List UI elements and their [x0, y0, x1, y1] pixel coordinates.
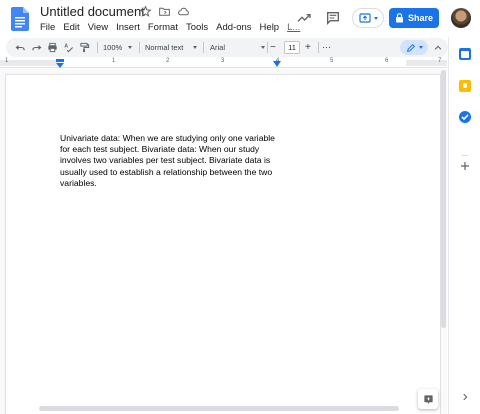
ruler-left-margin [0, 60, 60, 66]
print-icon[interactable] [47, 42, 58, 53]
style-value: Normal text [145, 43, 184, 52]
chevron-right-icon[interactable] [460, 392, 470, 402]
font-value: Arial [210, 43, 226, 52]
tab-stop-marker-icon[interactable] [273, 61, 281, 67]
chevron-down-icon [193, 46, 198, 49]
ruler-number: 7 [438, 58, 442, 64]
indent-marker-icon[interactable] [56, 59, 64, 68]
menu-format[interactable]: Format [148, 22, 178, 33]
menu-edit[interactable]: Edit [63, 22, 79, 33]
decrease-font-size-button[interactable]: − [270, 38, 276, 57]
keep-icon[interactable] [459, 80, 471, 92]
comments-icon[interactable] [325, 10, 341, 26]
chevron-down-icon [128, 46, 133, 49]
tasks-icon[interactable] [459, 111, 471, 123]
share-button[interactable]: Share [389, 8, 439, 28]
more-tools-button[interactable]: ⋯ [322, 38, 331, 57]
document-canvas: Univariate data: When we are studying on… [0, 69, 447, 414]
add-addon-icon[interactable] [459, 160, 471, 172]
menu-tools[interactable]: Tools [186, 22, 208, 33]
calendar-icon[interactable] [459, 48, 471, 60]
toolbar-divider [139, 42, 140, 53]
ruler-number: 1 [5, 58, 9, 64]
document-title[interactable]: Untitled document [40, 4, 145, 19]
avatar[interactable] [451, 8, 471, 28]
star-icon[interactable] [139, 5, 152, 18]
chevron-down-icon [261, 46, 266, 49]
toolbar-divider [318, 42, 319, 53]
explore-icon [423, 394, 433, 404]
side-divider [462, 155, 468, 156]
explore-button[interactable] [418, 389, 438, 409]
menu-addons[interactable]: Add-ons [216, 22, 251, 33]
chevron-down-icon [373, 16, 378, 20]
horizontal-scrollbar[interactable] [39, 406, 399, 411]
redo-icon[interactable] [31, 42, 42, 53]
menu-insert[interactable]: Insert [116, 22, 140, 33]
menu-file[interactable]: File [40, 22, 55, 33]
cloud-status-icon[interactable] [177, 5, 190, 18]
docs-logo-icon[interactable] [11, 7, 29, 31]
title-actions [139, 5, 190, 18]
ruler-number: 5 [330, 58, 334, 64]
ruler-number: 2 [166, 58, 170, 64]
ruler-number: 1 [112, 58, 116, 64]
vertical-scrollbar[interactable] [441, 70, 446, 328]
present-button[interactable] [352, 8, 384, 28]
share-label: Share [407, 13, 433, 23]
style-select[interactable]: Normal text [145, 38, 198, 57]
font-size-input[interactable]: 11 [284, 41, 300, 54]
spellcheck-icon[interactable]: A [63, 42, 74, 53]
collapse-menus-icon[interactable] [433, 43, 443, 53]
document-body-text[interactable]: Univariate data: When we are studying on… [60, 133, 275, 189]
move-folder-icon[interactable] [158, 5, 171, 18]
paint-format-icon[interactable] [79, 42, 90, 53]
undo-icon[interactable] [15, 42, 26, 53]
zoom-value: 100% [103, 43, 123, 52]
activity-trend-icon[interactable] [296, 10, 312, 26]
font-select[interactable]: Arial [210, 38, 266, 57]
zoom-select[interactable]: 100% [103, 38, 133, 57]
side-panel [448, 37, 480, 414]
toolbar-divider [97, 42, 98, 53]
document-page[interactable]: Univariate data: When we are studying on… [6, 75, 440, 414]
pencil-icon [406, 43, 415, 52]
editing-mode-button[interactable] [400, 40, 428, 55]
ruler-number: 3 [221, 58, 225, 64]
horizontal-ruler: 1 1 2 3 4 5 6 7 [0, 58, 447, 68]
svg-text:A: A [64, 44, 68, 50]
menu-help[interactable]: Help [260, 22, 280, 33]
app-header: Untitled document File Edit View Insert … [0, 0, 480, 37]
formatting-toolbar: A 100% Normal text Arial − 11 + ⋯ [6, 38, 448, 57]
toolbar-divider [203, 42, 204, 53]
menu-view[interactable]: View [88, 22, 108, 33]
menu-bar: File Edit View Insert Format Tools Add-o… [40, 22, 308, 33]
ruler-number: 6 [385, 58, 389, 64]
chevron-down-icon [418, 46, 423, 49]
increase-font-size-button[interactable]: + [305, 38, 311, 57]
present-icon [358, 13, 371, 23]
lock-icon [395, 13, 403, 23]
toolbar-divider [267, 42, 268, 53]
